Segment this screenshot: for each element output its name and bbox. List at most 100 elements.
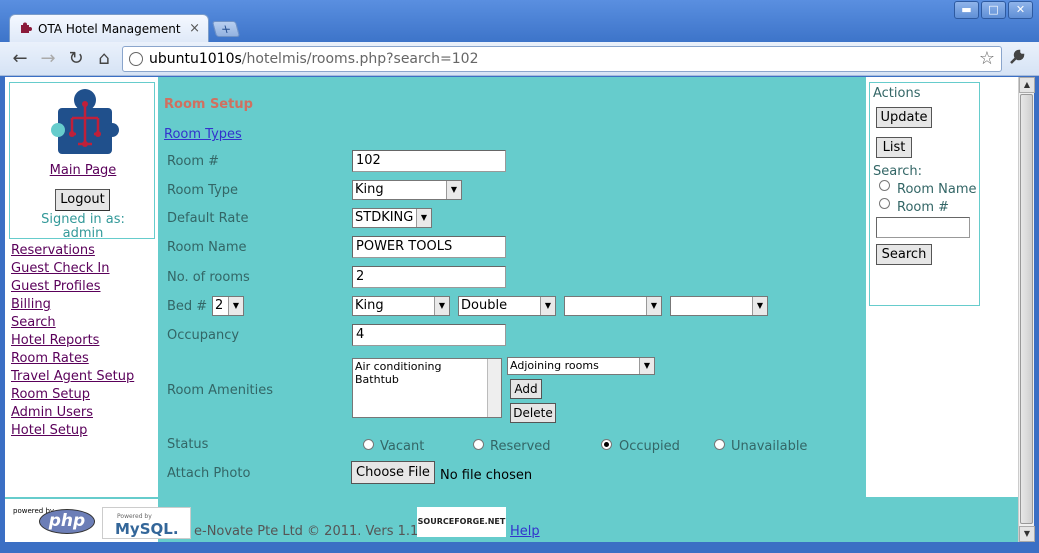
minimize-icon[interactable]: ▬	[954, 1, 979, 19]
amenity-select[interactable]: Adjoining rooms ▼	[507, 357, 655, 375]
room-type-select[interactable]: King ▼	[352, 180, 462, 200]
amenity-select-value: Adjoining rooms	[510, 359, 599, 372]
amenities-listbox[interactable]: Air conditioning Bathtub	[352, 358, 502, 418]
room-types-link[interactable]: Room Types	[164, 127, 242, 142]
sidebar-item-travel-agent-setup[interactable]: Travel Agent Setup	[11, 368, 134, 386]
bed-count-select[interactable]: 2 ▼	[212, 296, 244, 316]
powered-by-php-logo[interactable]: powered by php	[11, 507, 98, 537]
sidebar: Main Page Logout Signed in as: admin Res…	[5, 77, 158, 497]
update-button[interactable]: Update	[876, 107, 932, 128]
powered-by-mysql-logo[interactable]: Powered by MySQL.	[102, 507, 191, 539]
signed-in-label: Signed in as:	[41, 212, 125, 227]
home-icon[interactable]: ⌂	[92, 47, 116, 71]
default-rate-value: STDKING	[355, 210, 414, 225]
sidebar-item-hotel-setup[interactable]: Hotel Setup	[11, 422, 134, 440]
status-vacant-label: Vacant	[380, 439, 425, 454]
no-rooms-input[interactable]: 2	[352, 266, 506, 288]
window-bottom-border	[0, 542, 1039, 553]
mysql-powered-text: Powered by	[117, 513, 152, 520]
main-page-link[interactable]: Main Page	[10, 163, 156, 178]
globe-icon	[129, 52, 143, 66]
choose-file-button[interactable]: Choose File	[351, 461, 435, 484]
chevron-down-icon: ▼	[416, 209, 431, 227]
sidebar-item-guest-profiles[interactable]: Guest Profiles	[11, 278, 134, 296]
status-vacant-radio[interactable]	[363, 439, 374, 450]
browser-tab[interactable]: OTA Hotel Management ×	[9, 14, 209, 42]
amenities-label: Room Amenities	[167, 383, 274, 398]
list-item[interactable]: Bathtub	[355, 373, 499, 386]
php-logo-text: php	[39, 509, 95, 534]
search-input[interactable]	[876, 217, 970, 238]
status-unavailable-label: Unavailable	[731, 439, 808, 454]
forward-arrow-icon[interactable]: →	[36, 47, 60, 71]
wrench-menu-icon[interactable]	[1008, 48, 1026, 71]
list-item[interactable]: Air conditioning	[355, 360, 499, 373]
sourceforge-logo[interactable]: SOURCEFORGE.NET	[417, 507, 506, 537]
room-name-input[interactable]: POWER TOOLS	[352, 236, 506, 258]
address-bar[interactable]: ubuntu1010s /hotelmis/rooms.php?search=1…	[122, 46, 1002, 72]
default-rate-label: Default Rate	[167, 211, 249, 226]
new-tab-button[interactable]: +	[211, 21, 241, 37]
back-arrow-icon[interactable]: ←	[8, 47, 32, 71]
occupancy-input[interactable]: 4	[352, 324, 506, 346]
scroll-thumb[interactable]	[1020, 94, 1033, 524]
sidebar-item-search[interactable]: Search	[11, 314, 134, 332]
chevron-down-icon: ▼	[540, 297, 555, 315]
footer: powered by php Powered by MySQL. e-Novat…	[5, 497, 1018, 542]
sidebar-item-guest-check-in[interactable]: Guest Check In	[11, 260, 134, 278]
maximize-icon[interactable]: □	[981, 1, 1006, 19]
status-reserved-radio[interactable]	[473, 439, 484, 450]
scroll-down-icon[interactable]: ▼	[1019, 526, 1035, 542]
signed-in-user: admin	[62, 226, 104, 241]
status-label: Status	[167, 437, 209, 452]
chevron-down-icon: ▼	[434, 297, 449, 315]
search-room-no-label: Room #	[897, 200, 950, 215]
close-window-icon[interactable]: ✕	[1008, 1, 1033, 19]
url-host: ubuntu1010s	[149, 51, 242, 67]
reload-icon[interactable]: ↻	[64, 47, 88, 71]
search-room-name-radio[interactable]	[879, 180, 890, 191]
bed-1-select[interactable]: King ▼	[352, 296, 450, 316]
search-room-no-radio[interactable]	[879, 198, 890, 209]
browser-titlebar: OTA Hotel Management × + ▬ □ ✕	[0, 0, 1039, 42]
help-link[interactable]: Help	[510, 524, 540, 539]
page-viewport: Main Page Logout Signed in as: admin Res…	[5, 77, 1018, 542]
listbox-scrollbar[interactable]	[487, 359, 501, 417]
actions-box: Actions Update List Search: Room Name Ro…	[869, 82, 980, 306]
signed-in-status: Signed in as: admin	[10, 213, 156, 241]
room-no-label: Room #	[167, 154, 220, 169]
chevron-down-icon: ▼	[646, 297, 661, 315]
sidebar-item-hotel-reports[interactable]: Hotel Reports	[11, 332, 134, 350]
chevron-down-icon: ▼	[639, 358, 654, 374]
bed-2-select[interactable]: Double ▼	[458, 296, 556, 316]
sidebar-item-room-rates[interactable]: Room Rates	[11, 350, 134, 368]
chevron-down-icon: ▼	[752, 297, 767, 315]
sidebar-item-billing[interactable]: Billing	[11, 296, 134, 314]
delete-amenity-button[interactable]: Delete	[510, 403, 556, 423]
sidebar-item-reservations[interactable]: Reservations	[11, 242, 134, 260]
no-rooms-label: No. of rooms	[167, 270, 250, 285]
sidebar-item-room-setup[interactable]: Room Setup	[11, 386, 134, 404]
puzzle-favicon-icon	[21, 22, 32, 33]
logout-button[interactable]: Logout	[55, 189, 110, 211]
url-path: /hotelmis/rooms.php?search=102	[241, 51, 479, 67]
default-rate-select[interactable]: STDKING ▼	[352, 208, 432, 228]
status-unavailable-radio[interactable]	[714, 439, 725, 450]
bed-4-select[interactable]: ▼	[670, 296, 768, 316]
page-scrollbar[interactable]: ▲ ▼	[1018, 77, 1035, 542]
actions-panel: Actions Update List Search: Room Name Ro…	[866, 77, 1018, 497]
scroll-up-icon[interactable]: ▲	[1019, 77, 1035, 93]
tab-title: OTA Hotel Management	[38, 21, 181, 36]
room-no-input[interactable]: 102	[352, 150, 506, 172]
bed-3-select[interactable]: ▼	[564, 296, 662, 316]
sidebar-item-admin-users[interactable]: Admin Users	[11, 404, 134, 422]
search-button[interactable]: Search	[876, 244, 932, 265]
add-amenity-button[interactable]: Add	[510, 379, 542, 399]
room-name-label: Room Name	[167, 240, 247, 255]
status-occupied-radio[interactable]	[601, 439, 612, 450]
room-setup-form: Room Setup Room Types Room # 102 Room Ty…	[158, 77, 866, 497]
bookmark-star-icon[interactable]: ☆	[979, 48, 995, 69]
tab-close-icon[interactable]: ×	[189, 21, 200, 36]
search-room-name-label: Room Name	[897, 182, 977, 197]
list-button[interactable]: List	[876, 137, 912, 158]
